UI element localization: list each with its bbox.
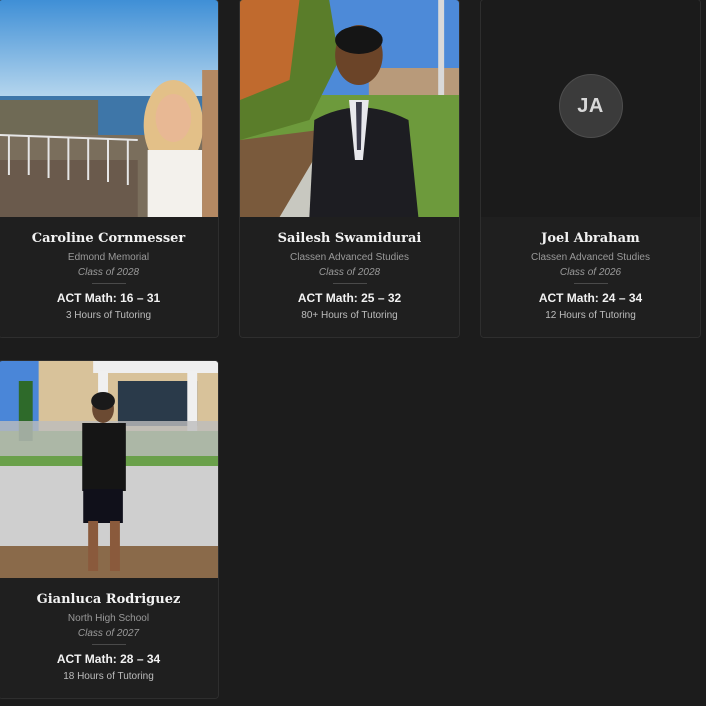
tutor-photo-placeholder: JA	[481, 0, 700, 218]
tutor-class-year: Class of 2028	[77, 267, 140, 278]
tutor-hours: 3 Hours of Tutoring	[65, 310, 152, 321]
tutor-card-caroline-cornmesser[interactable]: Caroline Cornmesser Edmond Memorial Clas…	[0, 0, 219, 338]
tutor-class-year: Class of 2028	[318, 267, 381, 278]
tutor-name: Gianluca Rodriguez	[36, 592, 181, 607]
tutor-school: Edmond Memorial	[67, 252, 150, 263]
tutor-hours: 18 Hours of Tutoring	[63, 671, 154, 682]
tutor-photo	[0, 361, 218, 579]
divider	[91, 644, 126, 645]
tutor-class-year: Class of 2027	[77, 628, 140, 639]
tutor-photo	[240, 0, 459, 218]
tutor-name: Sailesh Swamidurai	[277, 231, 422, 246]
tutor-school: Classen Advanced Studies	[290, 252, 409, 263]
tutor-card-gianluca-rodriguez[interactable]: Gianluca Rodriguez North High School Cla…	[0, 360, 219, 699]
divider	[573, 283, 608, 284]
tutor-card-sailesh-swamidurai[interactable]: Sailesh Swamidurai Classen Advanced Stud…	[239, 0, 460, 338]
divider	[91, 283, 126, 284]
tutor-card-joel-abraham[interactable]: JA Joel Abraham Classen Advanced Studies…	[480, 0, 701, 338]
tutor-class-year: Class of 2026	[559, 267, 622, 278]
tutor-school: Classen Advanced Studies	[531, 252, 650, 263]
tutor-act-math: ACT Math: 24 – 34	[538, 291, 643, 305]
tutor-act-math: ACT Math: 25 – 32	[297, 291, 402, 305]
divider	[332, 283, 367, 284]
tutor-hours: 80+ Hours of Tutoring	[301, 310, 398, 321]
tutor-name: Joel Abraham	[541, 231, 640, 246]
tutor-school: North High School	[67, 613, 150, 624]
tutor-photo	[0, 0, 218, 218]
tutor-act-math: ACT Math: 16 – 31	[56, 291, 161, 305]
avatar: JA	[558, 74, 623, 138]
tutor-act-math: ACT Math: 28 – 34	[56, 652, 161, 666]
tutor-hours: 12 Hours of Tutoring	[545, 310, 636, 321]
tutor-name: Caroline Cornmesser	[31, 231, 186, 246]
